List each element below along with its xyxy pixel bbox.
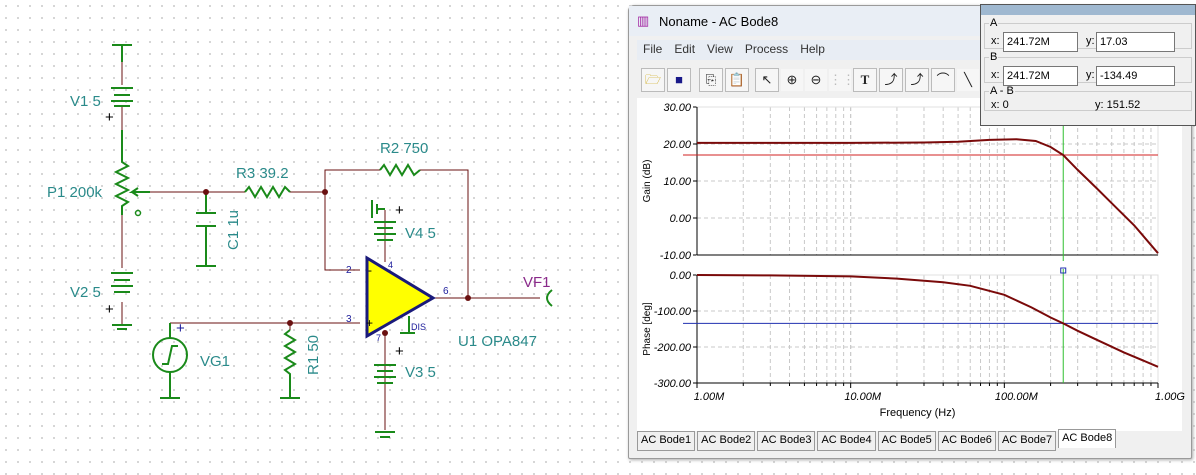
y-label: y:	[1086, 69, 1095, 81]
y-axis-label: Gain (dB)	[642, 160, 653, 203]
cursor-diff-label: A - B	[990, 85, 1014, 97]
cursor-diff-group: A - B x: 0 y: 151.52	[984, 85, 1192, 111]
plot-frame	[696, 274, 1159, 384]
diff-y-value: y: 151.52	[1095, 99, 1141, 111]
x-tick-label: 10.00M	[844, 391, 882, 403]
x-label: x:	[991, 35, 1000, 47]
y-axis-label: Phase [deg]	[642, 302, 653, 356]
cursor-a-x-field[interactable]: 241.72M	[1003, 32, 1078, 52]
y-tick-label: 0.00	[670, 270, 692, 282]
cursor-readout-window[interactable]: A x: 241.72M y: 17.03 B x: 241.72M y: -1…	[980, 4, 1196, 126]
x-tick-label: 1.00M	[694, 391, 725, 403]
cursor-b-group: B x: 241.72M y: -134.49	[984, 51, 1192, 86]
series-line	[697, 138, 1159, 254]
y-label: y:	[1086, 35, 1095, 47]
cursor-b-label: B	[990, 51, 998, 63]
x-tick-label: 100.00M	[995, 391, 1039, 403]
y-tick-label: -10.00	[660, 250, 692, 262]
diff-x-value: x: 0	[991, 99, 1009, 111]
x-axis-label: Frequency (Hz)	[880, 407, 956, 419]
cursor-a-group: A x: 241.72M y: 17.03	[984, 17, 1192, 52]
y-tick-label: -300.00	[654, 378, 692, 390]
y-tick-label: 20.00	[662, 139, 691, 151]
y-tick-label: -100.00	[654, 306, 692, 318]
cursor-window-titlebar[interactable]	[981, 5, 1195, 15]
y-tick-label: 10.00	[663, 176, 691, 188]
series-line	[696, 274, 1159, 368]
cursor-a-y-field[interactable]: 17.03	[1096, 32, 1175, 52]
x-label: x:	[991, 69, 1000, 81]
cursor-b-y-field[interactable]: -134.49	[1096, 66, 1175, 86]
y-tick-label: 0.00	[670, 213, 692, 225]
y-tick-label: 30.00	[663, 102, 691, 114]
x-tick-label: 1.00G	[1155, 391, 1185, 403]
cursor-a-label: A	[990, 17, 998, 29]
cursor-b-x-field[interactable]: 241.72M	[1003, 66, 1078, 86]
y-tick-label: -200.00	[654, 342, 692, 354]
